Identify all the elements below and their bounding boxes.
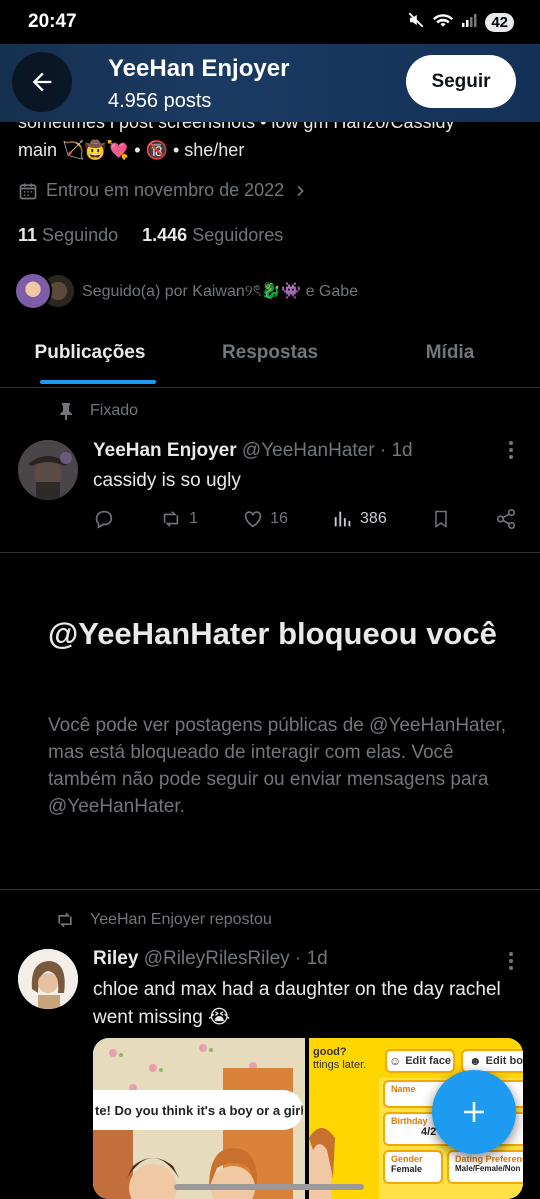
avatar[interactable] bbox=[18, 949, 78, 1009]
follow-stats: 11 Seguindo 1.446 Seguidores bbox=[18, 225, 283, 246]
tweet-handle: @RileyRilesRiley bbox=[143, 948, 290, 969]
pin-icon bbox=[60, 403, 72, 420]
chevron-right-icon bbox=[297, 185, 305, 196]
divider bbox=[0, 552, 540, 553]
tweet-header: YeeHan Enjoyer @YeeHanHater · 1d bbox=[93, 440, 413, 462]
followed-by-text: Seguido(a) por Kaiwan୨ৎ🐉👾 e Gabe bbox=[82, 282, 359, 300]
repost-label-row: YeeHan Enjoyer repostou bbox=[54, 910, 272, 930]
arrow-left-icon bbox=[32, 72, 52, 92]
media-text: good? ttings later. bbox=[313, 1046, 367, 1071]
mute-icon bbox=[407, 11, 425, 33]
tweet-time: · 1d bbox=[294, 948, 328, 969]
home-indicator[interactable] bbox=[174, 1184, 364, 1190]
plus-icon bbox=[464, 1102, 484, 1122]
tab-posts[interactable]: Publicações bbox=[0, 330, 180, 387]
tab-media[interactable]: Mídia bbox=[360, 330, 540, 387]
following-stat[interactable]: 11 Seguindo bbox=[18, 225, 118, 246]
more-options-icon[interactable] bbox=[508, 440, 514, 466]
retweet-button[interactable]: 1 bbox=[159, 508, 198, 530]
header-posts-count: 4.956 posts bbox=[108, 90, 212, 112]
battery-indicator: 42 bbox=[485, 12, 514, 32]
pinned-tweet[interactable]: Fixado YeeHan Enjoyer @YeeHanHater · 1d … bbox=[0, 400, 540, 552]
repost-label: YeeHan Enjoyer repostou bbox=[90, 911, 272, 928]
back-button[interactable] bbox=[12, 52, 72, 112]
avatar bbox=[14, 272, 52, 310]
status-bar: 20:47 42 bbox=[0, 0, 540, 44]
tweet-handle: @YeeHanHater bbox=[241, 440, 375, 461]
views-icon bbox=[334, 511, 351, 527]
header-name: YeeHan Enjoyer bbox=[108, 55, 290, 82]
followers-avatars bbox=[14, 272, 74, 310]
retweet-icon bbox=[58, 912, 72, 928]
heart-icon bbox=[244, 511, 262, 528]
status-icons: 42 bbox=[407, 11, 514, 33]
status-time: 20:47 bbox=[28, 11, 77, 32]
more-options-icon[interactable] bbox=[508, 951, 514, 977]
tab-replies[interactable]: Respostas bbox=[180, 330, 360, 387]
follow-button[interactable]: Seguir bbox=[406, 55, 516, 108]
pinned-label: Fixado bbox=[90, 402, 139, 419]
wifi-icon bbox=[433, 12, 454, 32]
tweet-author-name[interactable]: YeeHan Enjoyer bbox=[93, 440, 237, 461]
blocked-title: @YeeHanHater bloqueou você bbox=[48, 616, 497, 651]
share-icon bbox=[496, 509, 516, 529]
like-count: 16 bbox=[270, 510, 288, 527]
tweet-author-name[interactable]: Riley bbox=[93, 948, 138, 969]
reply-button[interactable] bbox=[93, 508, 115, 530]
media-dating-field: Dating Preference Male/Female/Non bbox=[447, 1150, 523, 1184]
tweet-header: Riley @RileyRilesRiley · 1d bbox=[93, 948, 328, 970]
bio-line: main 🏹🤠💘 • 🔞 • she/her bbox=[18, 140, 245, 160]
compose-button[interactable] bbox=[432, 1070, 516, 1154]
retweet-icon bbox=[163, 511, 179, 527]
tweet-text: cassidy is so ugly bbox=[93, 470, 241, 491]
tweet-actions: 1 16 386 bbox=[93, 508, 517, 530]
followed-by[interactable]: Seguido(a) por Kaiwan୨ৎ🐉👾 e Gabe bbox=[14, 272, 358, 310]
signal-icon bbox=[461, 12, 477, 32]
share-button[interactable] bbox=[495, 508, 517, 530]
calendar-icon bbox=[19, 183, 37, 199]
active-tab-indicator bbox=[40, 380, 156, 384]
retweet-count: 1 bbox=[189, 510, 199, 527]
edit-face-button: ☺ Edit face bbox=[385, 1049, 455, 1073]
bookmark-button[interactable] bbox=[431, 508, 451, 530]
views-count: 386 bbox=[360, 510, 387, 527]
followers-stat[interactable]: 1.446 Seguidores bbox=[142, 225, 283, 246]
tweet-text: chloe and max had a daughter on the day … bbox=[93, 979, 501, 1028]
joined-label: Entrou em novembro de 2022 bbox=[46, 180, 285, 200]
bookmark-icon bbox=[435, 510, 447, 528]
tweet-time: · 1d bbox=[379, 440, 413, 461]
pinned-label-row: Fixado bbox=[58, 402, 138, 420]
reply-icon bbox=[95, 510, 113, 529]
blocked-description: Você pode ver postagens públicas de @Yee… bbox=[48, 715, 507, 817]
views-button[interactable]: 386 bbox=[332, 508, 387, 530]
like-button[interactable]: 16 bbox=[242, 508, 288, 530]
joined-date[interactable]: Entrou em novembro de 2022 bbox=[18, 180, 308, 201]
profile-tabs: Publicações Respostas Mídia bbox=[0, 330, 540, 388]
media-gender-field: Gender Female bbox=[383, 1150, 443, 1184]
avatar[interactable] bbox=[18, 440, 78, 500]
media-dialog: te! Do you think it's a boy or a girl? bbox=[93, 1090, 303, 1130]
media-image-left[interactable]: te! Do you think it's a boy or a girl? bbox=[93, 1038, 305, 1199]
profile-header: YeeHan Enjoyer 4.956 posts Seguir bbox=[0, 40, 540, 122]
